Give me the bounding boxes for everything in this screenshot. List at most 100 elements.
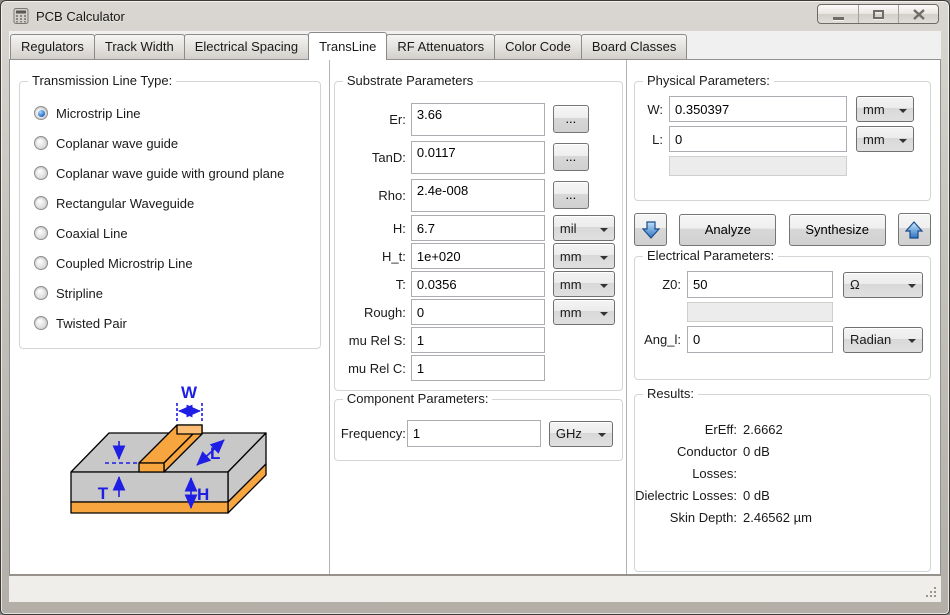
diagram-t-label: T xyxy=(98,484,109,503)
dielectric-losses-label: Dielectric Losses: xyxy=(635,485,737,507)
ereff-value: 2.6662 xyxy=(737,419,783,441)
frequency-unit-select[interactable]: GHz xyxy=(549,421,613,447)
status-bar xyxy=(9,575,941,602)
down-arrow-button[interactable] xyxy=(634,213,667,246)
chevron-down-icon xyxy=(600,228,608,236)
mu-rel-c-input[interactable] xyxy=(411,355,545,381)
minimize-button[interactable] xyxy=(818,5,858,23)
l-unit-value: mm xyxy=(863,132,885,147)
h-input[interactable] xyxy=(411,215,545,241)
mu-rel-c-label: mu Rel C: xyxy=(337,361,411,376)
z0-unit-select[interactable]: Ω xyxy=(843,272,923,298)
rough-row: Rough: mm xyxy=(337,298,616,326)
up-arrow-icon xyxy=(905,221,923,239)
ht-label: H_t: xyxy=(337,249,411,264)
t-unit-select[interactable]: mm xyxy=(553,271,615,297)
radio-stripline[interactable]: Stripline xyxy=(20,278,320,308)
z0-row: Z0: Ω xyxy=(635,271,923,298)
frequency-unit-value: GHz xyxy=(556,426,582,441)
group-title: Results: xyxy=(643,386,698,401)
skin-depth-label: Skin Depth: xyxy=(635,507,737,529)
maximize-icon xyxy=(873,10,884,19)
radio-label: Coplanar wave guide with ground plane xyxy=(56,166,284,181)
radio-icon xyxy=(34,286,48,300)
er-lookup-button[interactable]: ... xyxy=(553,105,589,133)
t-label: T: xyxy=(337,277,411,292)
client-area: Regulators Track Width Electrical Spacin… xyxy=(9,31,941,575)
tab-regulators[interactable]: Regulators xyxy=(10,34,95,59)
w-input[interactable] xyxy=(669,96,847,122)
l-input[interactable] xyxy=(669,126,847,152)
tab-electrical-spacing[interactable]: Electrical Spacing xyxy=(184,34,309,59)
action-row: Analyze Synthesize xyxy=(634,213,931,246)
z0-label: Z0: xyxy=(635,277,687,292)
radio-label: Coupled Microstrip Line xyxy=(56,256,193,271)
radio-icon xyxy=(34,166,48,180)
radio-icon xyxy=(34,226,48,240)
dielectric-losses-value: 0 dB xyxy=(737,485,770,507)
down-arrow-icon xyxy=(642,221,660,239)
resize-grip-icon[interactable] xyxy=(934,595,936,597)
close-icon xyxy=(913,9,925,20)
analyze-button[interactable]: Analyze xyxy=(679,214,776,246)
microstrip-diagram: W L T H xyxy=(63,371,275,557)
ht-unit-select[interactable]: mm xyxy=(553,243,615,269)
radio-label: Rectangular Waveguide xyxy=(56,196,194,211)
rho-label: Rho: xyxy=(337,188,411,203)
radio-label: Coplanar wave guide xyxy=(56,136,178,151)
t-input[interactable] xyxy=(411,271,545,297)
ht-input[interactable] xyxy=(411,243,545,269)
radio-coplanar-wave-guide-ground[interactable]: Coplanar wave guide with ground plane xyxy=(20,158,320,188)
close-button[interactable] xyxy=(898,5,938,23)
rho-lookup-button[interactable]: ... xyxy=(553,181,589,209)
tand-input[interactable] xyxy=(411,141,545,174)
rho-input[interactable] xyxy=(411,179,545,212)
l-unit-select[interactable]: mm xyxy=(856,126,914,152)
w-unit-value: mm xyxy=(863,102,885,117)
radio-rectangular-waveguide[interactable]: Rectangular Waveguide xyxy=(20,188,320,218)
h-label: H: xyxy=(337,221,411,236)
w-unit-select[interactable]: mm xyxy=(856,96,914,122)
radio-coaxial-line[interactable]: Coaxial Line xyxy=(20,218,320,248)
dielectric-losses-row: Dielectric Losses: 0 dB xyxy=(635,485,930,507)
rough-input[interactable] xyxy=(411,299,545,325)
tab-bar: Regulators Track Width Electrical Spacin… xyxy=(9,31,941,59)
chevron-down-icon xyxy=(908,339,916,347)
maximize-button[interactable] xyxy=(858,5,898,23)
skin-depth-value: 2.46562 µm xyxy=(737,507,812,529)
radio-coplanar-wave-guide[interactable]: Coplanar wave guide xyxy=(20,128,320,158)
rho-row: Rho: ... xyxy=(337,176,616,214)
up-arrow-button[interactable] xyxy=(898,213,931,246)
mu-rel-s-input[interactable] xyxy=(411,327,545,353)
z0-input[interactable] xyxy=(687,271,833,298)
tab-transline[interactable]: TransLine xyxy=(308,32,387,60)
physical-parameters-group: Physical Parameters: W: mm L: mm xyxy=(634,81,931,201)
transmission-line-type-group: Transmission Line Type: Microstrip Line … xyxy=(19,81,321,349)
tand-lookup-button[interactable]: ... xyxy=(553,143,589,171)
tab-rf-attenuators[interactable]: RF Attenuators xyxy=(386,34,495,59)
tab-track-width[interactable]: Track Width xyxy=(94,34,185,59)
synthesize-button[interactable]: Synthesize xyxy=(789,214,886,246)
group-title: Component Parameters: xyxy=(343,391,493,406)
diagram-w-label: W xyxy=(181,383,198,402)
frequency-input[interactable] xyxy=(407,420,541,447)
radio-coupled-microstrip-line[interactable]: Coupled Microstrip Line xyxy=(20,248,320,278)
radio-icon xyxy=(34,196,48,210)
radio-icon xyxy=(34,136,48,150)
titlebar: PCB Calculator xyxy=(1,1,949,31)
radio-twisted-pair[interactable]: Twisted Pair xyxy=(20,308,320,338)
radio-microstrip-line[interactable]: Microstrip Line xyxy=(20,98,320,128)
rough-unit-select[interactable]: mm xyxy=(553,299,615,325)
rough-unit-value: mm xyxy=(560,305,582,320)
er-row: Er: ... xyxy=(337,100,616,138)
group-title: Physical Parameters: xyxy=(643,73,774,88)
ang-l-label: Ang_l: xyxy=(635,332,687,347)
ang-l-unit-select[interactable]: Radian xyxy=(843,327,923,353)
h-unit-select[interactable]: mil xyxy=(553,215,615,241)
ang-l-input[interactable] xyxy=(687,326,833,353)
mu-rel-s-row: mu Rel S: xyxy=(337,326,616,354)
tab-board-classes[interactable]: Board Classes xyxy=(581,34,688,59)
tab-color-code[interactable]: Color Code xyxy=(494,34,582,59)
er-label: Er: xyxy=(337,112,411,127)
er-input[interactable] xyxy=(411,103,545,136)
